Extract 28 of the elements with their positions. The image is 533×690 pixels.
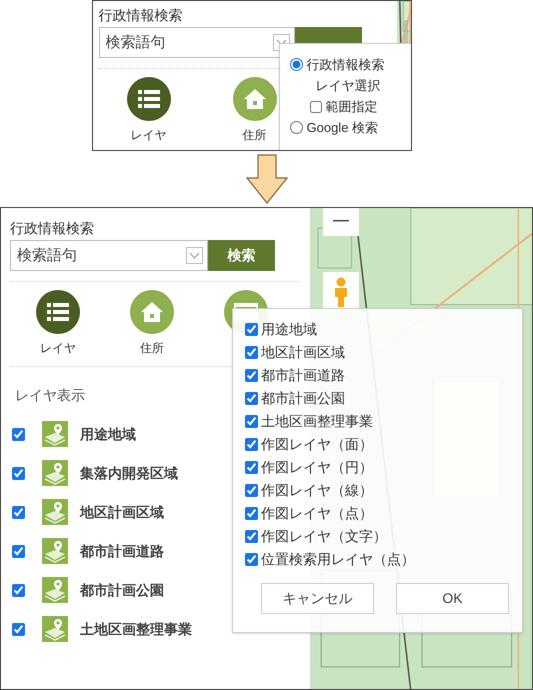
layer-label: 地区計画区域 [261,343,345,362]
layer-label: 作図レイヤ（円） [261,458,373,477]
layer-label: 都市計画公園 [261,389,345,408]
layer-label: 位置検索用レイヤ（点） [261,550,415,569]
layer-label: 土地区画整理事業 [261,412,373,431]
option-label: 行政情報検索 [306,56,384,74]
layer-label: 集落内開発区域 [80,464,178,482]
layer-label: 都市計画道路 [261,366,345,385]
layer-label: 用途地域 [80,424,136,444]
layer-label: 都市計画公園 [80,580,164,600]
nav-label: レイヤ [130,127,166,143]
layer-label: 土地区画整理事業 [80,620,192,638]
layer-label: 作図レイヤ（点） [261,504,373,523]
nav-label: レイヤ [40,340,76,356]
layer-label: 作図レイヤ（文字） [261,527,387,546]
section-title: レイヤ表示 [15,386,85,405]
layer-label: 作図レイヤ（線） [261,481,373,500]
layer-label: 作図レイヤ（面） [261,435,373,454]
panel-title: 行政情報検索 [98,6,184,25]
layer-label: 地区計画区域 [80,502,164,522]
panel-title: 行政情報検索 [10,219,95,238]
nav-label: 住所 [140,340,164,356]
layer-label: 用途地域 [261,320,317,339]
option-label: Google 検索 [306,119,378,137]
option-label: レイヤ選択 [316,78,380,93]
layer-label: 都市計画道路 [80,542,164,560]
nav-label: 住所 [242,127,266,143]
option-label: 範囲指定 [326,98,378,116]
